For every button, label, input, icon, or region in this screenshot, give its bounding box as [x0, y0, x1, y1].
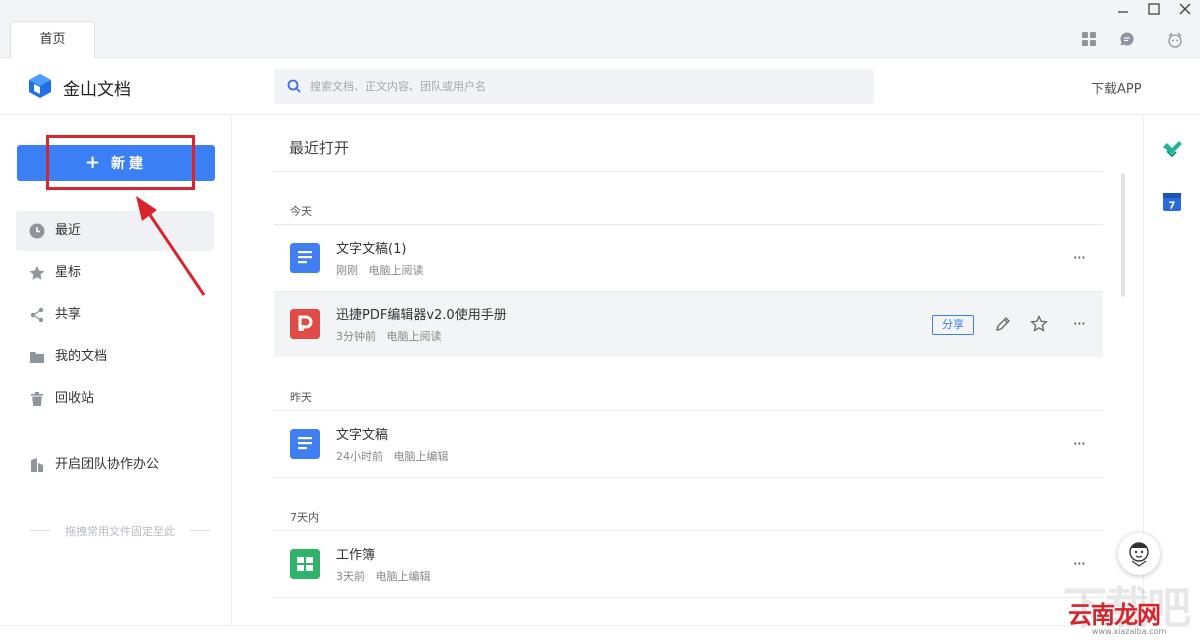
assistant-face-icon: [1129, 542, 1149, 567]
skin-icon[interactable]: [1166, 31, 1184, 49]
assistant-button[interactable]: [1118, 533, 1160, 575]
file-action: 电脑上阅读: [368, 264, 424, 277]
file-name: 文字文稿(1): [336, 242, 407, 257]
main-content: 最近打开 今天 文字文稿(1) 刚刚 电脑上阅读 ··· 迅捷PDF编辑器v2.…: [233, 116, 1143, 626]
group-label-yesterday: 昨天: [290, 391, 312, 404]
search-box[interactable]: [274, 69, 874, 104]
maximize-icon[interactable]: [1144, 2, 1164, 22]
file-name: 文字文稿: [336, 428, 389, 443]
search-icon: [287, 79, 301, 93]
sidebar-item-trash[interactable]: 回收站: [16, 379, 214, 419]
sidebar-item-recent[interactable]: 最近: [16, 211, 214, 251]
drop-hint: 拖拽常用文件固定至此: [30, 523, 210, 539]
pencil-icon[interactable]: [995, 316, 1011, 332]
file-meta: 3天前 电脑上编辑: [336, 568, 431, 584]
file-row[interactable]: 文字文稿 24小时前 电脑上编辑 ···: [274, 412, 1103, 477]
file-row[interactable]: 迅捷PDF编辑器v2.0使用手册 3分钟前 电脑上阅读 分享 ···: [274, 292, 1103, 357]
sidebar-item-shared[interactable]: 共享: [16, 295, 214, 335]
file-name: 工作簿: [336, 548, 376, 563]
doc-file-icon: [290, 429, 320, 459]
apps-grid-icon[interactable]: [1081, 31, 1099, 49]
watermark-url: www.xiazaiba.com: [1092, 627, 1167, 636]
file-action: 电脑上编辑: [393, 450, 449, 463]
message-icon[interactable]: [1119, 31, 1137, 49]
file-time: 3分钟前: [336, 330, 376, 343]
watermark-text: 云南龙网: [1068, 601, 1161, 629]
group-label-week: 7天内: [290, 511, 319, 524]
file-row[interactable]: 工作簿 3天前 电脑上编辑 ···: [274, 532, 1103, 597]
divider: [274, 530, 1103, 531]
tab-home[interactable]: 首页: [10, 21, 95, 59]
sidebar-item-label: 开启团队协作办公: [55, 457, 160, 472]
sidebar-item-label: 共享: [55, 307, 82, 322]
divider: [274, 224, 1103, 225]
more-icon[interactable]: ···: [1073, 554, 1086, 573]
file-meta: 24小时前 电脑上编辑: [336, 448, 449, 464]
file-row[interactable]: 文字文稿(1) 刚刚 电脑上阅读 ···: [274, 226, 1103, 291]
search-input[interactable]: [310, 69, 860, 104]
file-action: 电脑上编辑: [375, 570, 431, 583]
pdf-file-icon: [290, 309, 320, 339]
file-time: 3天前: [336, 570, 365, 583]
page-title: 最近打开: [289, 139, 350, 157]
minimize-icon[interactable]: [1113, 2, 1133, 22]
file-time: 刚刚: [336, 264, 358, 277]
file-time: 24小时前: [336, 450, 383, 463]
divider: [274, 171, 1103, 172]
divider: [274, 597, 1103, 598]
star-icon: [29, 265, 45, 280]
divider: [274, 410, 1103, 411]
trash-icon: [31, 392, 43, 406]
share-button[interactable]: 分享: [932, 315, 974, 335]
folder-icon: [30, 352, 44, 363]
file-meta: 刚刚 电脑上阅读: [336, 262, 424, 278]
close-icon[interactable]: [1175, 2, 1195, 22]
share-icon: [30, 307, 44, 323]
sidebar-item-team[interactable]: 开启团队协作办公: [16, 445, 214, 485]
more-icon[interactable]: ···: [1073, 434, 1086, 453]
sidebar-item-starred[interactable]: 星标: [16, 253, 214, 293]
file-action: 电脑上阅读: [386, 330, 442, 343]
sheet-file-icon: [290, 549, 320, 579]
group-label-today: 今天: [290, 205, 312, 218]
app-logo-icon: [27, 73, 53, 99]
check-icon[interactable]: [1161, 138, 1183, 160]
divider: [274, 477, 1103, 478]
sidebar-item-label: 星标: [55, 265, 82, 280]
app-name: 金山文档: [63, 80, 131, 100]
star-outline-icon[interactable]: [1030, 315, 1048, 333]
clock-icon: [29, 223, 45, 239]
scrollbar[interactable]: [1121, 173, 1125, 297]
sidebar-item-my-docs[interactable]: 我的文档: [16, 337, 214, 377]
app-header: 金山文档 下载APP: [0, 58, 1200, 115]
calendar-icon[interactable]: 7: [1161, 190, 1183, 212]
sidebar-item-label: 最近: [55, 223, 82, 238]
annotation-highlight-box: [46, 135, 195, 190]
calendar-day: 7: [1169, 201, 1176, 212]
building-icon: [31, 458, 43, 472]
more-icon[interactable]: ···: [1073, 314, 1086, 333]
title-bar: 首页: [0, 0, 1200, 59]
sidebar-item-label: 回收站: [55, 391, 95, 406]
doc-file-icon: [290, 243, 320, 273]
more-icon[interactable]: ···: [1073, 248, 1086, 267]
divider: [0, 625, 1143, 626]
download-app-link[interactable]: 下载APP: [1091, 78, 1142, 97]
sidebar-item-label: 我的文档: [55, 349, 108, 364]
sidebar: + 新建 最近 星标 共享 我的文档 回收站 开启团队协作办公 拖拽常用文件固定…: [0, 116, 232, 626]
file-name: 迅捷PDF编辑器v2.0使用手册: [336, 308, 507, 323]
file-meta: 3分钟前 电脑上阅读: [336, 328, 442, 344]
